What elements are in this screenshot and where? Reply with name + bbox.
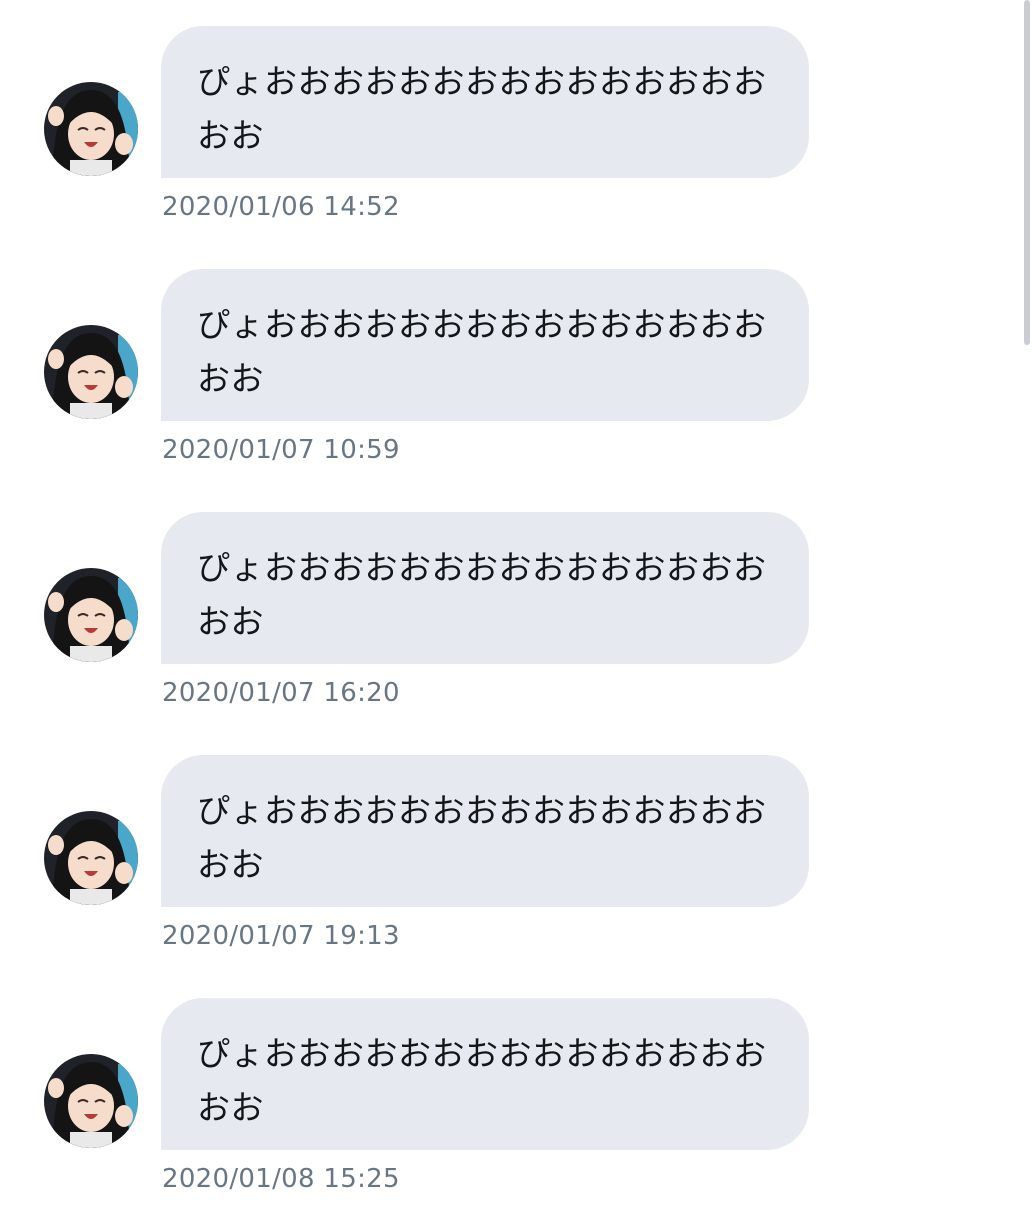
message-bubble[interactable]: ぴょおおおおおおおおおおおおおおおおお <box>161 998 809 1150</box>
avatar[interactable] <box>44 325 138 419</box>
avatar-illustration <box>44 811 138 905</box>
message-bubble[interactable]: ぴょおおおおおおおおおおおおおおおおお <box>161 269 809 421</box>
message-timestamp: 2020/01/07 16:20 <box>162 678 400 708</box>
avatar-illustration <box>44 325 138 419</box>
avatar[interactable] <box>44 1054 138 1148</box>
message-thread: ぴょおおおおおおおおおおおおおおおおお 2020/01/06 14:52 ぴょお… <box>0 0 1036 1200</box>
message-text: ぴょおおおおおおおおおおおおおおおおお <box>197 62 767 155</box>
avatar-illustration <box>44 568 138 662</box>
message-timestamp: 2020/01/06 14:52 <box>162 192 400 222</box>
avatar-illustration <box>44 1054 138 1148</box>
scrollbar[interactable] <box>1024 0 1030 345</box>
message-text: ぴょおおおおおおおおおおおおおおおおお <box>197 548 767 641</box>
message-text: ぴょおおおおおおおおおおおおおおおおお <box>197 1034 767 1127</box>
message-item: ぴょおおおおおおおおおおおおおおおおお 2020/01/08 15:25 <box>0 998 1000 1218</box>
message-timestamp: 2020/01/07 19:13 <box>162 921 400 951</box>
avatar[interactable] <box>44 568 138 662</box>
message-text: ぴょおおおおおおおおおおおおおおおおお <box>197 791 767 884</box>
message-item: ぴょおおおおおおおおおおおおおおおおお 2020/01/07 19:13 <box>0 755 1000 975</box>
message-item: ぴょおおおおおおおおおおおおおおおおお 2020/01/06 14:52 <box>0 26 1000 246</box>
avatar[interactable] <box>44 811 138 905</box>
message-bubble[interactable]: ぴょおおおおおおおおおおおおおおおおお <box>161 26 809 178</box>
message-item: ぴょおおおおおおおおおおおおおおおおお 2020/01/07 16:20 <box>0 512 1000 732</box>
message-timestamp: 2020/01/07 10:59 <box>162 435 400 465</box>
message-item: ぴょおおおおおおおおおおおおおおおおお 2020/01/07 10:59 <box>0 269 1000 489</box>
message-bubble[interactable]: ぴょおおおおおおおおおおおおおおおおお <box>161 512 809 664</box>
avatar[interactable] <box>44 82 138 176</box>
message-timestamp: 2020/01/08 15:25 <box>162 1164 400 1194</box>
message-bubble[interactable]: ぴょおおおおおおおおおおおおおおおおお <box>161 755 809 907</box>
avatar-illustration <box>44 82 138 176</box>
message-text: ぴょおおおおおおおおおおおおおおおおお <box>197 305 767 398</box>
